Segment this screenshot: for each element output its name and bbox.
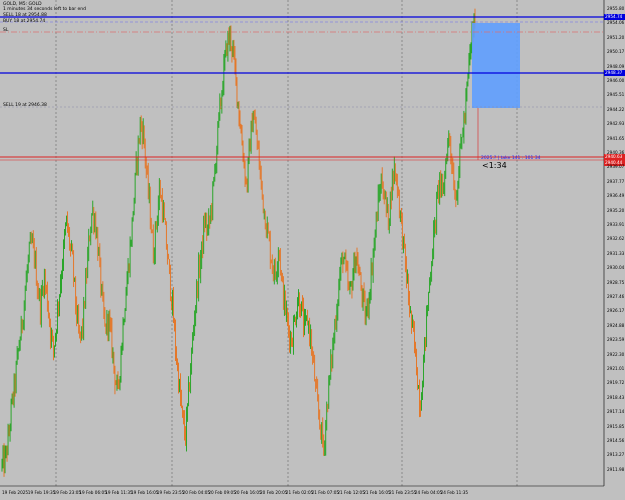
- price-axis-label: 2914.56: [607, 438, 625, 443]
- time-axis-label: 20 Feb 09:05: [208, 490, 236, 495]
- time-axis-label: 24 Feb 11:35: [440, 490, 469, 495]
- bar-countdown-text: 1 minutes 34 seconds left to bar end: [3, 7, 86, 12]
- time-axis-label: 19 Feb 11:35: [105, 490, 133, 495]
- price-axis-label: 2911.98: [607, 466, 625, 472]
- price-axis-label: 2926.17: [607, 308, 625, 314]
- sl-label: SL: [3, 28, 9, 33]
- time-axis-label: 19 Feb 2025: [2, 490, 29, 495]
- price-axis-label: 2922.30: [607, 351, 625, 357]
- position-box: [472, 23, 520, 108]
- time-axis-label: 24 Feb 04:05: [414, 490, 443, 495]
- price-axis-label: 2918.43: [607, 394, 625, 400]
- time-axis-label: 20 Feb 04:05: [182, 490, 211, 495]
- price-axis-label: 2942.93: [607, 121, 625, 127]
- price-axis-label: 2941.65: [607, 135, 625, 141]
- price-axis-label: 2933.91: [607, 222, 625, 227]
- sell-entry-label: SELL 19 at 2946.38: [3, 103, 47, 108]
- price-axis-label: 2940.36: [607, 150, 625, 155]
- countdown-label: <1:34: [482, 161, 507, 170]
- time-axis-label: 20 Feb 20:05: [260, 490, 288, 495]
- price-axis-label: 2951.20: [607, 34, 625, 40]
- time-axis-label: 21 Feb 23:55: [389, 490, 417, 495]
- time-axis-label: 19 Feb 23:05: [53, 490, 82, 495]
- price-axis-label: 2923.59: [607, 337, 625, 343]
- sell-limit-label: SELL 18 at 2954.88: [3, 13, 47, 18]
- price-axis-label: 2931.33: [607, 250, 625, 256]
- buy-label: BUY 18 at 2954.74: [3, 19, 46, 24]
- price-axis-label: 2930.04: [607, 265, 625, 271]
- price-axis-label: 2928.75: [607, 279, 625, 285]
- time-axis-label: 19 Feb 16:05: [131, 490, 159, 495]
- time-axis-label: 19 Feb 06:05: [79, 490, 107, 495]
- chart-window[interactable]: GOLD, M5: GOLD 1 minutes 34 seconds left…: [0, 0, 625, 500]
- price-axis-label: 2921.01: [607, 366, 625, 371]
- price-chart[interactable]: [0, 0, 625, 500]
- price-axis-label: 2932.62: [607, 236, 625, 242]
- price-axis-label: 2950.17: [607, 49, 625, 55]
- price-axis-label: 2924.88: [607, 322, 625, 328]
- price-axis-label: 2945.51: [607, 92, 625, 98]
- time-axis-label: 21 Feb 16:05: [363, 490, 391, 495]
- price-axis-label: 2936.49: [607, 193, 625, 199]
- price-axis-label: 2955.80: [607, 6, 625, 11]
- price-axis-label: 2937.77: [607, 178, 625, 184]
- price-axis-label: 2935.20: [607, 207, 625, 213]
- price-axis-label: 2946.00: [607, 78, 625, 83]
- time-axis-label: 20 Feb 16:05: [234, 490, 262, 495]
- time-axis-label: 19 Feb 19:35: [27, 490, 56, 495]
- time-axis-label: 21 Feb 07:05: [311, 490, 340, 495]
- price-axis-label: 2917.14: [607, 409, 625, 415]
- price-tag-blue-level: 2948.37: [604, 70, 625, 76]
- price-axis-label: 2927.46: [607, 294, 625, 299]
- price-axis-label: 2913.27: [607, 452, 625, 458]
- price-axis-label: 2915.85: [607, 423, 625, 429]
- price-axis-label: 2948.09: [607, 63, 625, 69]
- time-axis-label: 19 Feb 23:55: [156, 490, 185, 495]
- price-axis-label: 2919.72: [607, 380, 625, 386]
- time-axis-label: 21 Feb 12:05: [337, 490, 365, 495]
- price-axis-label: 2944.22: [607, 106, 625, 112]
- time-axis-label: 21 Feb 02:05: [285, 490, 314, 495]
- price-axis-label: 2954.06: [607, 20, 625, 26]
- price-tag-sell-limit: 2954.74: [604, 14, 625, 20]
- price-axis-label: 2939.07: [607, 164, 625, 170]
